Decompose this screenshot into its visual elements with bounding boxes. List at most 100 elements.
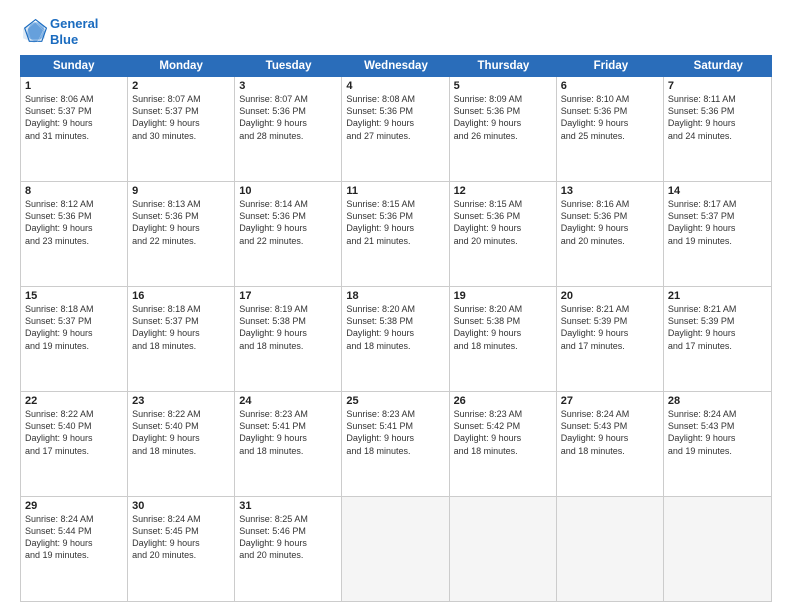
sunrise-text: Sunrise: 8:11 AM bbox=[668, 93, 767, 105]
daylight-text: Daylight: 9 hours bbox=[668, 432, 767, 444]
daylight-text: Daylight: 9 hours bbox=[454, 117, 552, 129]
sunset-text: Sunset: 5:36 PM bbox=[346, 105, 444, 117]
day-number: 16 bbox=[132, 290, 230, 302]
calendar-cell: 23Sunrise: 8:22 AMSunset: 5:40 PMDayligh… bbox=[128, 392, 235, 496]
daylight-text: Daylight: 9 hours bbox=[132, 222, 230, 234]
sunset-text: Sunset: 5:36 PM bbox=[668, 105, 767, 117]
sunset-text: Sunset: 5:36 PM bbox=[239, 210, 337, 222]
sunrise-text: Sunrise: 8:21 AM bbox=[668, 303, 767, 315]
calendar-cell bbox=[557, 497, 664, 601]
day-number: 31 bbox=[239, 500, 337, 512]
sunset-text: Sunset: 5:36 PM bbox=[454, 210, 552, 222]
daylight-text: Daylight: 9 hours bbox=[25, 432, 123, 444]
calendar-week: 1Sunrise: 8:06 AMSunset: 5:37 PMDaylight… bbox=[21, 77, 771, 182]
calendar-cell: 16Sunrise: 8:18 AMSunset: 5:37 PMDayligh… bbox=[128, 287, 235, 391]
sunset-text: Sunset: 5:36 PM bbox=[454, 105, 552, 117]
daylight-text2: and 18 minutes. bbox=[239, 445, 337, 457]
daylight-text: Daylight: 9 hours bbox=[668, 327, 767, 339]
calendar-cell: 30Sunrise: 8:24 AMSunset: 5:45 PMDayligh… bbox=[128, 497, 235, 601]
sunset-text: Sunset: 5:41 PM bbox=[346, 420, 444, 432]
calendar-body: 1Sunrise: 8:06 AMSunset: 5:37 PMDaylight… bbox=[20, 77, 772, 602]
daylight-text: Daylight: 9 hours bbox=[25, 222, 123, 234]
sunset-text: Sunset: 5:44 PM bbox=[25, 525, 123, 537]
daylight-text2: and 22 minutes. bbox=[239, 235, 337, 247]
calendar-cell: 13Sunrise: 8:16 AMSunset: 5:36 PMDayligh… bbox=[557, 182, 664, 286]
daylight-text2: and 25 minutes. bbox=[561, 130, 659, 142]
sunrise-text: Sunrise: 8:24 AM bbox=[561, 408, 659, 420]
sunrise-text: Sunrise: 8:20 AM bbox=[454, 303, 552, 315]
daylight-text: Daylight: 9 hours bbox=[132, 537, 230, 549]
day-number: 10 bbox=[239, 185, 337, 197]
daylight-text2: and 31 minutes. bbox=[25, 130, 123, 142]
calendar-week: 29Sunrise: 8:24 AMSunset: 5:44 PMDayligh… bbox=[21, 497, 771, 601]
sunset-text: Sunset: 5:42 PM bbox=[454, 420, 552, 432]
sunrise-text: Sunrise: 8:10 AM bbox=[561, 93, 659, 105]
calendar-cell: 5Sunrise: 8:09 AMSunset: 5:36 PMDaylight… bbox=[450, 77, 557, 181]
daylight-text2: and 20 minutes. bbox=[239, 549, 337, 561]
calendar-cell: 19Sunrise: 8:20 AMSunset: 5:38 PMDayligh… bbox=[450, 287, 557, 391]
sunrise-text: Sunrise: 8:25 AM bbox=[239, 513, 337, 525]
day-number: 2 bbox=[132, 80, 230, 92]
daylight-text2: and 19 minutes. bbox=[25, 340, 123, 352]
calendar-cell bbox=[450, 497, 557, 601]
day-number: 9 bbox=[132, 185, 230, 197]
calendar-cell: 21Sunrise: 8:21 AMSunset: 5:39 PMDayligh… bbox=[664, 287, 771, 391]
calendar-cell: 6Sunrise: 8:10 AMSunset: 5:36 PMDaylight… bbox=[557, 77, 664, 181]
weekday-header: Wednesday bbox=[342, 55, 449, 77]
calendar-cell: 26Sunrise: 8:23 AMSunset: 5:42 PMDayligh… bbox=[450, 392, 557, 496]
daylight-text: Daylight: 9 hours bbox=[561, 117, 659, 129]
sunrise-text: Sunrise: 8:13 AM bbox=[132, 198, 230, 210]
daylight-text2: and 18 minutes. bbox=[346, 340, 444, 352]
calendar-cell bbox=[342, 497, 449, 601]
weekday-header: Sunday bbox=[20, 55, 127, 77]
calendar-cell: 24Sunrise: 8:23 AMSunset: 5:41 PMDayligh… bbox=[235, 392, 342, 496]
calendar-cell: 15Sunrise: 8:18 AMSunset: 5:37 PMDayligh… bbox=[21, 287, 128, 391]
daylight-text: Daylight: 9 hours bbox=[132, 117, 230, 129]
sunset-text: Sunset: 5:36 PM bbox=[25, 210, 123, 222]
day-number: 27 bbox=[561, 395, 659, 407]
calendar-cell: 8Sunrise: 8:12 AMSunset: 5:36 PMDaylight… bbox=[21, 182, 128, 286]
daylight-text2: and 18 minutes. bbox=[561, 445, 659, 457]
calendar-cell: 12Sunrise: 8:15 AMSunset: 5:36 PMDayligh… bbox=[450, 182, 557, 286]
day-number: 14 bbox=[668, 185, 767, 197]
weekday-header: Thursday bbox=[450, 55, 557, 77]
sunset-text: Sunset: 5:37 PM bbox=[132, 105, 230, 117]
day-number: 7 bbox=[668, 80, 767, 92]
calendar-cell: 25Sunrise: 8:23 AMSunset: 5:41 PMDayligh… bbox=[342, 392, 449, 496]
sunset-text: Sunset: 5:36 PM bbox=[561, 105, 659, 117]
sunrise-text: Sunrise: 8:23 AM bbox=[346, 408, 444, 420]
sunrise-text: Sunrise: 8:22 AM bbox=[25, 408, 123, 420]
sunset-text: Sunset: 5:36 PM bbox=[132, 210, 230, 222]
calendar-cell: 10Sunrise: 8:14 AMSunset: 5:36 PMDayligh… bbox=[235, 182, 342, 286]
logo: General Blue bbox=[20, 16, 98, 47]
calendar-cell: 14Sunrise: 8:17 AMSunset: 5:37 PMDayligh… bbox=[664, 182, 771, 286]
day-number: 6 bbox=[561, 80, 659, 92]
daylight-text2: and 28 minutes. bbox=[239, 130, 337, 142]
sunrise-text: Sunrise: 8:17 AM bbox=[668, 198, 767, 210]
day-number: 21 bbox=[668, 290, 767, 302]
day-number: 28 bbox=[668, 395, 767, 407]
daylight-text: Daylight: 9 hours bbox=[454, 327, 552, 339]
daylight-text2: and 18 minutes. bbox=[454, 445, 552, 457]
sunset-text: Sunset: 5:38 PM bbox=[239, 315, 337, 327]
calendar-week: 15Sunrise: 8:18 AMSunset: 5:37 PMDayligh… bbox=[21, 287, 771, 392]
sunrise-text: Sunrise: 8:23 AM bbox=[454, 408, 552, 420]
calendar-cell: 29Sunrise: 8:24 AMSunset: 5:44 PMDayligh… bbox=[21, 497, 128, 601]
sunrise-text: Sunrise: 8:09 AM bbox=[454, 93, 552, 105]
calendar-cell: 17Sunrise: 8:19 AMSunset: 5:38 PMDayligh… bbox=[235, 287, 342, 391]
calendar-cell: 3Sunrise: 8:07 AMSunset: 5:36 PMDaylight… bbox=[235, 77, 342, 181]
logo-text: General Blue bbox=[50, 16, 98, 47]
daylight-text2: and 19 minutes. bbox=[668, 445, 767, 457]
daylight-text2: and 22 minutes. bbox=[132, 235, 230, 247]
daylight-text: Daylight: 9 hours bbox=[561, 327, 659, 339]
daylight-text2: and 30 minutes. bbox=[132, 130, 230, 142]
day-number: 15 bbox=[25, 290, 123, 302]
sunset-text: Sunset: 5:39 PM bbox=[668, 315, 767, 327]
sunset-text: Sunset: 5:45 PM bbox=[132, 525, 230, 537]
sunrise-text: Sunrise: 8:14 AM bbox=[239, 198, 337, 210]
daylight-text: Daylight: 9 hours bbox=[25, 537, 123, 549]
daylight-text: Daylight: 9 hours bbox=[561, 222, 659, 234]
daylight-text: Daylight: 9 hours bbox=[239, 327, 337, 339]
daylight-text: Daylight: 9 hours bbox=[239, 537, 337, 549]
daylight-text2: and 18 minutes. bbox=[132, 445, 230, 457]
